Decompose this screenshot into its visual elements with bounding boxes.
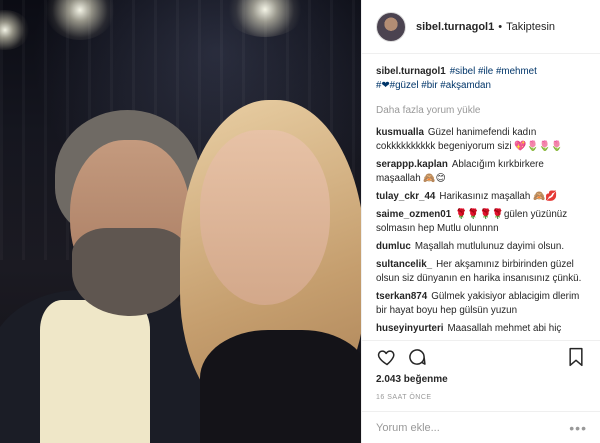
comment-username[interactable]: kusmualla — [376, 127, 424, 138]
comment-username[interactable]: serappp.kaplan — [376, 159, 448, 170]
comment-input[interactable] — [376, 421, 561, 434]
likes-count[interactable]: 2.043 beğenme — [376, 374, 448, 385]
comment-text: Maşallah mutlulunuz dayimi olsun. — [414, 241, 565, 252]
post-photo[interactable] — [0, 0, 361, 443]
post-side-panel: sibel.turnagol1 • Takiptesin sibel.turna… — [361, 0, 600, 443]
comment-icon[interactable] — [406, 346, 428, 368]
comment: huseyinyurteri Maasallah mehmet abi hiç — [376, 322, 587, 336]
heart-icon[interactable] — [376, 346, 398, 368]
woman-dress — [200, 330, 361, 443]
comment: dumluc Maşallah mutlulunuz dayimi olsun. — [376, 240, 587, 254]
comment: kusmualla Güzel hanimefendi kadın cokkkkk… — [376, 126, 587, 154]
comment-username[interactable]: tserkan874 — [376, 291, 427, 302]
comment-username[interactable]: huseyinyurteri — [376, 323, 444, 334]
bookmark-icon[interactable] — [565, 346, 587, 368]
man-beard — [72, 228, 188, 316]
comment-username[interactable]: saime_ozmen01 — [376, 209, 451, 220]
caption-hashtags-line2[interactable]: #❤#güzel #bir #akşamdan — [376, 80, 491, 91]
post-timestamp: 16 SAAT ÖNCE — [376, 394, 432, 401]
man-shirt — [40, 300, 150, 443]
comment: serappp.kaplan Ablacığım kırkbirkere maşa… — [376, 158, 587, 186]
comment: sultancelik_ Her akşamınız birbirinden gü… — [376, 258, 587, 286]
comment: tserkan874 Gülmek yakisiyor ablacigim dle… — [376, 290, 587, 318]
author-avatar[interactable] — [376, 11, 406, 42]
comment-text: Maasallah mehmet abi hiç — [447, 323, 562, 334]
separator-dot: • — [498, 20, 503, 33]
caption: sibel.turnagol1 #sibel #ile #mehmet #❤#gü… — [376, 65, 587, 93]
post-header: sibel.turnagol1 • Takiptesin — [362, 0, 600, 54]
comment-username[interactable]: tulay_ckr_44 — [376, 191, 435, 202]
load-more-comments[interactable]: Daha fazla yorum yükle — [376, 105, 587, 116]
add-comment-bar: ••• — [362, 411, 600, 443]
follow-status[interactable]: Takiptesin — [506, 21, 555, 33]
caption-username[interactable]: sibel.turnagol1 — [376, 66, 446, 77]
comment: saime_ozmen01 🌹🌹🌹🌹gülen yüzünüz solmasın … — [376, 208, 587, 236]
comment: tulay_ckr_44 Harikasınız maşallah 🙈💋 — [376, 190, 587, 204]
woman-face — [200, 130, 330, 305]
more-options-icon[interactable]: ••• — [569, 420, 587, 436]
post-actions — [362, 340, 600, 372]
author-username[interactable]: sibel.turnagol1 — [416, 21, 494, 33]
comment-username[interactable]: sultancelik_ — [376, 259, 432, 270]
comments-list[interactable]: sibel.turnagol1 #sibel #ile #mehmet #❤#gü… — [362, 55, 600, 338]
caption-hashtags[interactable]: #sibel #ile #mehmet — [450, 66, 537, 77]
comment-username[interactable]: dumluc — [376, 241, 411, 252]
comment-text: Harikasınız maşallah 🙈💋 — [439, 191, 558, 202]
